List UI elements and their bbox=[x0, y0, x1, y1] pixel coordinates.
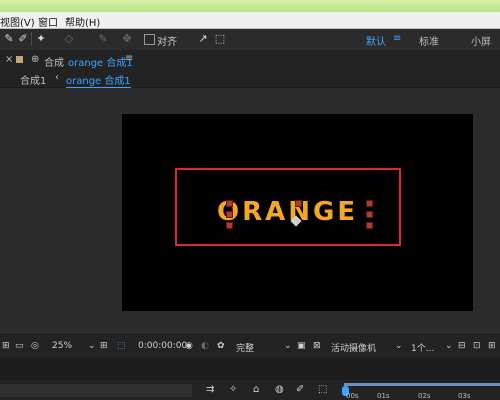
brush-tool-icon[interactable]: ✐ bbox=[16, 32, 30, 46]
ruler-tick-label: 01s bbox=[377, 392, 390, 400]
tools-toolbar: ✎ ✐ ✦ ◇ ✎ ✥ 对齐 ↗ ⬚ 默认 ≡ 标准 小屏幕 bbox=[0, 29, 500, 63]
comp-flowchart-icon[interactable]: ⊡ bbox=[473, 341, 481, 351]
transform-handle[interactable] bbox=[366, 211, 373, 218]
workspace-menu-icon[interactable]: ≡ bbox=[393, 33, 401, 44]
chevron-down-icon[interactable]: ⌄ bbox=[395, 341, 403, 351]
transparency-grid-icon[interactable]: ⊠ bbox=[313, 341, 321, 351]
mask-toggle-icon[interactable]: ◎ bbox=[31, 341, 39, 351]
snap-edge-icon[interactable]: ↗ bbox=[196, 32, 210, 46]
workspace-default[interactable]: 默认 bbox=[366, 33, 386, 48]
snapshot-icon[interactable]: ◉ bbox=[185, 341, 193, 351]
chevron-down-icon[interactable]: ⌄ bbox=[284, 341, 292, 351]
graph-editor-icon[interactable]: ✐ bbox=[296, 384, 304, 395]
motion-blur-icon[interactable]: ◍ bbox=[275, 384, 284, 395]
menu-bar: 视图(V) 窗口 帮助(H) bbox=[0, 12, 500, 29]
close-panel-icon[interactable]: × bbox=[5, 54, 13, 65]
menu-view[interactable]: 视图(V) bbox=[0, 14, 35, 29]
chart-icon[interactable]: ⬚ bbox=[318, 384, 327, 395]
transform-handle[interactable] bbox=[226, 200, 233, 207]
fast-preview-icon[interactable]: ▣ bbox=[297, 341, 306, 351]
panel-title-prefix: 合成 bbox=[44, 58, 64, 69]
reset-exposure-icon[interactable]: ⊞ bbox=[488, 341, 496, 351]
work-area-bar[interactable] bbox=[344, 383, 500, 386]
ruler-tick-label: 00s bbox=[346, 392, 359, 400]
chevron-left-icon[interactable]: ‹ bbox=[55, 72, 59, 83]
menu-help[interactable]: 帮助(H) bbox=[65, 14, 100, 29]
chevron-down-icon[interactable]: ⌄ bbox=[445, 341, 453, 351]
snap-feature-icon[interactable]: ⬚ bbox=[213, 32, 227, 46]
transform-handle[interactable] bbox=[366, 200, 373, 207]
puppet-pin-icon[interactable]: ✥ bbox=[120, 32, 134, 46]
puppet-tool-icon[interactable]: ✎ bbox=[96, 32, 110, 46]
shy-layers-icon[interactable]: ✧ bbox=[229, 384, 237, 395]
transform-handle[interactable] bbox=[295, 200, 302, 207]
current-time-display[interactable]: 0:00:00:00 bbox=[138, 341, 187, 351]
timeline-header bbox=[0, 358, 500, 380]
composition-navigator: 合成1 ‹ orange 合成1 bbox=[0, 70, 500, 88]
workspace-standard[interactable]: 标准 bbox=[419, 33, 439, 48]
transform-handle[interactable] bbox=[226, 222, 233, 229]
panel-menu-icon[interactable]: ≡ bbox=[125, 53, 133, 64]
show-snapshot-icon[interactable]: ◐ bbox=[201, 341, 209, 351]
region-of-interest-icon[interactable]: ⬚ bbox=[117, 341, 126, 351]
snap-label: 对齐 bbox=[157, 37, 177, 48]
tab-active-comp[interactable]: orange 合成1 bbox=[66, 72, 131, 88]
snap-checkbox[interactable] bbox=[144, 34, 155, 45]
layer-search-input[interactable] bbox=[0, 384, 192, 397]
panel-comp-name[interactable]: orange 合成1 bbox=[68, 54, 133, 69]
chevron-down-icon[interactable]: ⌄ bbox=[88, 341, 96, 351]
frame-blending-icon[interactable]: ⌂ bbox=[253, 384, 259, 395]
panel-color-swatch-icon bbox=[16, 56, 23, 63]
transform-handle[interactable] bbox=[366, 222, 373, 229]
window-title-strip bbox=[0, 0, 500, 12]
lock-icon[interactable]: ⊕ bbox=[31, 54, 39, 65]
pen-tool-icon[interactable]: ✎ bbox=[2, 32, 16, 46]
transform-handle[interactable] bbox=[226, 211, 233, 218]
camera-dropdown[interactable]: 活动摄像机 bbox=[331, 341, 376, 354]
menu-window[interactable]: 窗口 bbox=[38, 14, 58, 29]
zoom-dropdown[interactable]: 25% bbox=[52, 341, 72, 351]
toggle-pixel-aspect-icon[interactable]: ⊟ bbox=[458, 341, 466, 351]
ruler-tick-label: 03s bbox=[458, 392, 471, 400]
draft-3d-icon[interactable]: ⇉ bbox=[206, 384, 214, 395]
composition-panel-header: × ⊕ 合成 orange 合成1 ≡ bbox=[0, 50, 500, 70]
grid-icon[interactable]: ⊞ bbox=[100, 341, 108, 351]
views-dropdown[interactable]: 1个... bbox=[411, 341, 434, 354]
roto-tool-icon[interactable]: ◇ bbox=[62, 32, 76, 46]
text-layer-orange[interactable]: ORANGE bbox=[217, 197, 358, 227]
tab-parent-comp[interactable]: 合成1 bbox=[20, 72, 46, 87]
monitor-icon[interactable]: ▭ bbox=[15, 341, 24, 351]
viewer-footer-bar: ⊞ ▭ ◎ 25% ⌄ ⊞ ⬚ 0:00:00:00 ◉ ◐ ✿ 完整 ⌄ ▣ … bbox=[0, 334, 500, 358]
pin-tool-icon[interactable]: ✦ bbox=[34, 32, 48, 46]
always-preview-icon[interactable]: ⊞ bbox=[2, 341, 10, 351]
color-channel-icon[interactable]: ✿ bbox=[217, 341, 225, 351]
toolbar-divider bbox=[31, 32, 32, 46]
ruler-tick-label: 02s bbox=[418, 392, 431, 400]
resolution-dropdown[interactable]: 完整 bbox=[236, 341, 254, 354]
